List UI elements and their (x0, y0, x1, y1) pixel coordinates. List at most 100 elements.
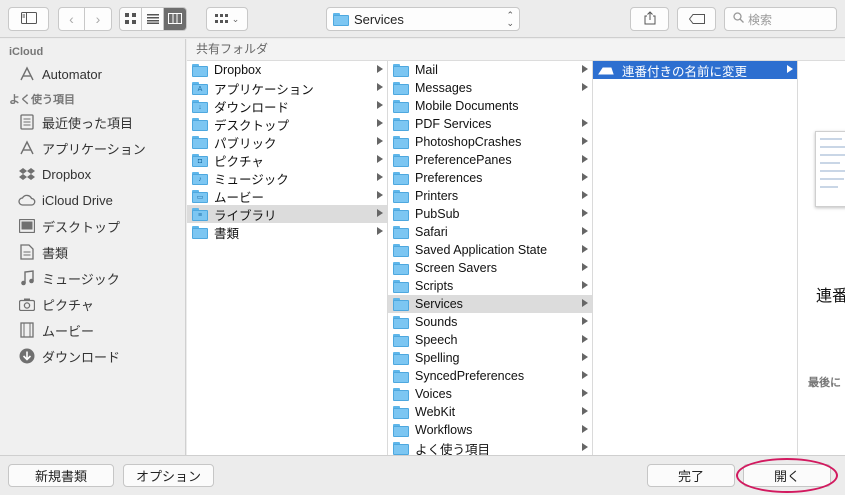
list-item-label: ムービー (214, 190, 265, 205)
tag-icon (688, 12, 705, 27)
disclosure-arrow-icon (582, 209, 588, 217)
folder-icon (393, 171, 409, 185)
search-placeholder: 検索 (748, 12, 773, 27)
list-item[interactable]: Dropbox (187, 61, 387, 79)
list-item[interactable]: ≡ ライブラリ (187, 205, 387, 223)
list-item[interactable]: パブリック (187, 133, 387, 151)
list-item[interactable]: Printers (388, 187, 592, 205)
music-icon (18, 269, 36, 287)
sidebar-item-downloads[interactable]: ダウンロード (0, 343, 185, 369)
list-item[interactable]: PDF Services (388, 115, 592, 133)
folder-icon (192, 63, 208, 77)
forward-button[interactable]: › (85, 8, 111, 30)
list-item[interactable]: Screen Savers (388, 259, 592, 277)
options-button[interactable]: オプション (123, 464, 214, 487)
list-item[interactable]: Workflows (388, 421, 592, 439)
updown-arrows-icon: ⌃ ⌄ (506, 10, 514, 28)
folder-icon (393, 117, 409, 131)
bottom-bar: 新規書類 オプション 完了 開く (0, 455, 845, 495)
disclosure-arrow-icon (787, 65, 793, 73)
sidebar-item-movies[interactable]: ムービー (0, 317, 185, 343)
list-item-label: SyncedPreferences (415, 369, 525, 383)
list-item[interactable]: ♪ ミュージック (187, 169, 387, 187)
list-item[interactable]: Mobile Documents (388, 97, 592, 115)
list-item[interactable]: Mail (388, 61, 592, 79)
folder-icon (393, 207, 409, 221)
share-button[interactable] (630, 7, 669, 31)
list-view-button[interactable] (142, 8, 164, 30)
folder-icon (192, 135, 208, 149)
sidebar-item-desktop[interactable]: デスクトップ (0, 213, 185, 239)
sidebar-item-icloud-drive[interactable]: iCloud Drive (0, 187, 185, 213)
list-item[interactable]: Speech (388, 331, 592, 349)
browser-column-2: Mail Messages Mobile Documents PDF Services… (388, 61, 593, 455)
sidebar-section-icloud: iCloud (9, 46, 44, 58)
sidebar-item-recents[interactable]: 最近使った項目 (0, 109, 185, 135)
list-item[interactable]: PubSub (388, 205, 592, 223)
browser-column-1: Dropbox A アプリケーション ↓ ダウンロード デスクトップパブリック ◘ ピクチャ ♪… (187, 61, 388, 455)
list-item[interactable]: Scripts (388, 277, 592, 295)
list-item-label: ダウンロード (214, 100, 290, 115)
view-mode-buttons (119, 7, 187, 31)
disclosure-arrow-icon (377, 173, 383, 181)
list-item-label: よく使う項目 (415, 442, 491, 456)
list-item[interactable]: A アプリケーション (187, 79, 387, 97)
back-button[interactable]: ‹ (59, 8, 85, 30)
list-item[interactable]: Voices (388, 385, 592, 403)
path-popup[interactable]: Services ⌃ ⌄ (326, 7, 520, 31)
list-item[interactable]: PhotoshopCrashes (388, 133, 592, 151)
folder-icon (393, 153, 409, 167)
folder-icon (393, 63, 409, 77)
disclosure-arrow-icon (582, 137, 588, 145)
folder-icon: ↓ (192, 99, 208, 113)
column-view-button[interactable] (164, 8, 186, 30)
list-item[interactable]: PreferencePanes (388, 151, 592, 169)
new-document-button[interactable]: 新規書類 (8, 464, 114, 487)
search-field[interactable]: 検索 (724, 7, 837, 31)
list-item-label: パブリック (214, 136, 277, 151)
documents-icon (18, 243, 36, 261)
list-item[interactable]: Messages (388, 79, 592, 97)
list-item[interactable]: SyncedPreferences (388, 367, 592, 385)
disclosure-arrow-icon (582, 443, 588, 451)
sidebar-item-pictures[interactable]: ピクチャ (0, 291, 185, 317)
arrange-button[interactable]: ⌄ (206, 7, 248, 31)
sidebar-item-dropbox[interactable]: Dropbox (0, 161, 185, 187)
sidebar-item-music[interactable]: ミュージック (0, 265, 185, 291)
sidebar-toggle-button[interactable] (8, 7, 49, 31)
list-item[interactable]: ↓ ダウンロード (187, 97, 387, 115)
list-item[interactable]: 連番付きの名前に変更 (593, 61, 797, 79)
sidebar-item-documents[interactable]: 書類 (0, 239, 185, 265)
sidebar-item-label: デスクトップ (42, 219, 121, 235)
list-item-label: Scripts (415, 279, 454, 293)
list-item[interactable]: Sounds (388, 313, 592, 331)
disclosure-arrow-icon (582, 173, 588, 181)
list-item[interactable]: Services (388, 295, 592, 313)
list-item-label: Mobile Documents (415, 99, 519, 113)
icon-view-button[interactable] (120, 8, 142, 30)
list-item[interactable]: Preferences (388, 169, 592, 187)
list-icon (146, 12, 159, 27)
list-item[interactable]: ▭ ムービー (187, 187, 387, 205)
sidebar-item-label: アプリケーション (42, 141, 146, 157)
list-item[interactable]: WebKit (388, 403, 592, 421)
sidebar-item-applications[interactable]: アプリケーション (0, 135, 185, 161)
list-item[interactable]: よく使う項目 (388, 439, 592, 455)
list-item[interactable]: 書類 (187, 223, 387, 241)
done-button[interactable]: 完了 (647, 464, 735, 487)
list-item[interactable]: ◘ ピクチャ (187, 151, 387, 169)
list-item[interactable]: デスクトップ (187, 115, 387, 133)
disclosure-arrow-icon (582, 227, 588, 235)
browser-column-3: 連番付きの名前に変更 (593, 61, 798, 455)
sidebar-item-automator[interactable]: Automator (0, 61, 185, 87)
disclosure-arrow-icon (377, 155, 383, 163)
camera-icon (18, 295, 36, 313)
preview-title: 連番 (816, 288, 845, 305)
disclosure-arrow-icon (582, 281, 588, 289)
list-item[interactable]: Saved Application State (388, 241, 592, 259)
list-item[interactable]: Spelling (388, 349, 592, 367)
toolbar: ‹ › ⌄ Services ⌃ ⌄ 検索 (0, 0, 845, 38)
tag-button[interactable] (677, 7, 716, 31)
folder-icon (393, 423, 409, 437)
list-item[interactable]: Safari (388, 223, 592, 241)
